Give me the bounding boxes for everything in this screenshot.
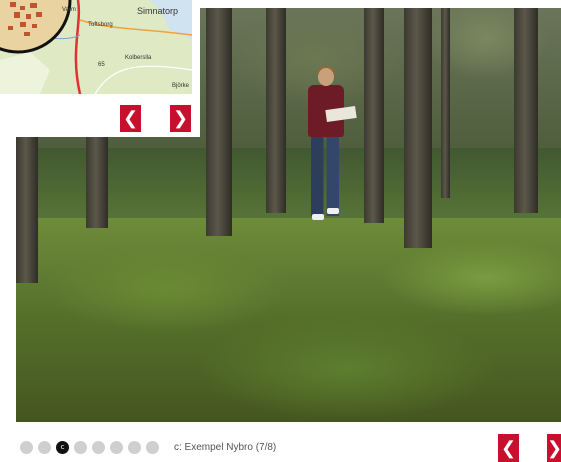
slide-dot[interactable] xyxy=(20,441,33,454)
map-label-bjorke: Björke xyxy=(172,83,190,89)
map-label-toftsborg: Toftsborg xyxy=(88,22,113,28)
map-label-varm: Varm xyxy=(62,7,76,13)
map-next-button[interactable]: ❯ xyxy=(170,105,191,132)
map-panel: Varm Toftsborg Simnatorp Kolberslla Björ… xyxy=(0,0,200,137)
slide-pagination: c xyxy=(20,441,159,454)
slide-dot[interactable] xyxy=(38,441,51,454)
slide-dot[interactable] xyxy=(128,441,141,454)
tree-trunk xyxy=(266,8,286,213)
slideshow-bar: c c: Exempel Nybro (7/8) xyxy=(0,422,561,462)
chevron-right-icon: ❯ xyxy=(172,108,189,128)
moss-ground xyxy=(16,218,561,422)
slide-next-button[interactable]: ❯ xyxy=(547,434,561,462)
slide-dot[interactable] xyxy=(74,441,87,454)
slide-dot[interactable] xyxy=(92,441,105,454)
person-walking xyxy=(298,66,358,228)
chevron-right-icon: ❯ xyxy=(547,438,561,458)
tree-trunk xyxy=(206,8,232,236)
tree-trunk xyxy=(404,8,432,248)
slide-caption: c: Exempel Nybro (7/8) xyxy=(174,442,277,453)
tree-trunk xyxy=(441,8,450,198)
tree-trunk xyxy=(514,8,538,213)
map-image[interactable]: Varm Toftsborg Simnatorp Kolberslla Björ… xyxy=(0,0,192,94)
map-label-road-number: 65 xyxy=(98,62,105,68)
slide-dot-active[interactable]: c xyxy=(56,441,69,454)
tree-trunk xyxy=(364,8,384,223)
tree-trunk xyxy=(16,128,38,283)
map-label-simnatorp: Simnatorp xyxy=(137,6,179,16)
map-label-kolberslla: Kolberslla xyxy=(125,55,152,61)
map-prev-button[interactable]: ❮ xyxy=(120,105,141,132)
chevron-left-icon: ❮ xyxy=(500,438,517,458)
slide-prev-button[interactable]: ❮ xyxy=(498,434,519,462)
slide-dot[interactable] xyxy=(146,441,159,454)
slide-dot[interactable] xyxy=(110,441,123,454)
chevron-left-icon: ❮ xyxy=(122,108,139,128)
